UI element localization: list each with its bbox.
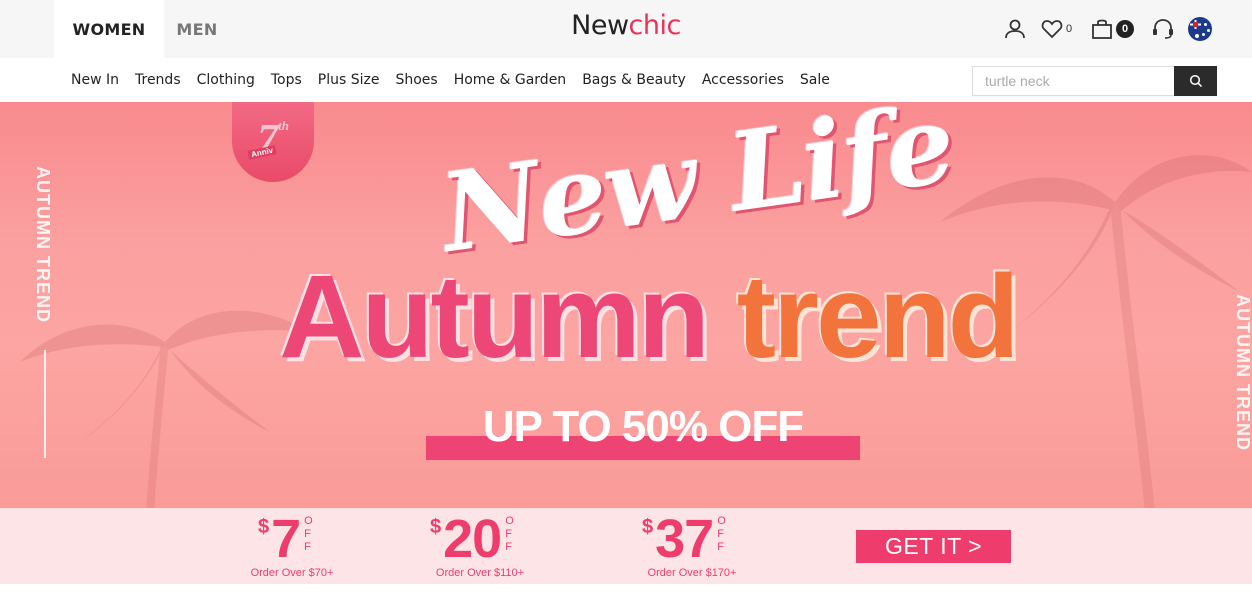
coupon-strip: $ 7 OFF Order Over $70+ $ 20 OFF Order O…: [0, 508, 1252, 584]
nav-item-plus-size[interactable]: Plus Size: [318, 72, 380, 88]
coupon-condition: Order Over $170+: [647, 567, 737, 579]
logo-part-new: New: [571, 10, 629, 41]
nav-item-accessories[interactable]: Accessories: [702, 72, 784, 88]
cart-count: 0: [1116, 20, 1134, 38]
user-icon: [1005, 19, 1025, 39]
hero-banner[interactable]: AUTUMN TREND AUTUMN TREND 7th Anniv New …: [0, 102, 1252, 508]
category-nav: New In Trends Clothing Tops Plus Size Sh…: [0, 58, 1252, 102]
coupon-currency: $: [430, 516, 442, 538]
search-button[interactable]: [1174, 66, 1217, 96]
coupon-20-off[interactable]: $ 20 OFF Order Over $110+: [430, 512, 524, 584]
coupon-condition: Order Over $70+: [250, 567, 334, 579]
nav-item-sale[interactable]: Sale: [800, 72, 830, 88]
anniversary-badge: 7th Anniv: [232, 102, 314, 182]
tab-women[interactable]: WOMEN: [54, 0, 164, 58]
heart-icon: [1041, 20, 1063, 39]
nav-item-bags-beauty[interactable]: Bags & Beauty: [582, 72, 686, 88]
nav-list: New In Trends Clothing Tops Plus Size Sh…: [71, 58, 846, 102]
coupon-currency: $: [258, 516, 270, 538]
headline-trend: trend: [736, 251, 1020, 383]
search-bar: [972, 66, 1217, 96]
coupon-currency: $: [642, 516, 654, 538]
coupon-amount: $ 20 OFF: [430, 512, 514, 566]
side-label-left: AUTUMN TREND: [33, 166, 53, 323]
coupon-off-label: OFF: [304, 515, 313, 553]
wishlist-button[interactable]: 0: [1040, 14, 1072, 44]
coupon-value: 37: [655, 509, 714, 569]
coupon-value: 7: [271, 509, 301, 569]
top-bar: WOMEN MEN Newchic 0 0: [0, 0, 1252, 58]
anniversary-suffix: th: [278, 118, 289, 133]
nav-item-shoes[interactable]: Shoes: [395, 72, 437, 88]
offer-text: UP TO 50% OFF: [482, 402, 804, 451]
nav-item-tops[interactable]: Tops: [271, 72, 302, 88]
support-button[interactable]: [1150, 14, 1176, 44]
coupon-amount: $ 37 OFF: [642, 512, 726, 566]
coupon-off-label: OFF: [717, 515, 726, 553]
nav-item-home-garden[interactable]: Home & Garden: [454, 72, 566, 88]
get-it-button[interactable]: GET IT >: [856, 530, 1011, 563]
coupon-7-off[interactable]: $ 7 OFF Order Over $70+: [242, 512, 334, 584]
headset-icon: [1153, 19, 1173, 39]
wishlist-count: 0: [1066, 23, 1073, 35]
nav-item-clothing[interactable]: Clothing: [197, 72, 255, 88]
bag-icon: [1092, 19, 1112, 39]
search-input[interactable]: [972, 66, 1174, 96]
headline-autumn: Autumn: [279, 251, 710, 383]
cart-button[interactable]: 0: [1090, 14, 1134, 44]
side-divider: [44, 350, 46, 458]
coupon-amount: $ 7 OFF: [242, 512, 313, 566]
headline: Autumn trend: [238, 258, 1058, 376]
side-label-right: AUTUMN TREND: [1233, 294, 1252, 451]
nav-item-new-in[interactable]: New In: [71, 72, 119, 88]
search-icon: [1189, 74, 1202, 88]
coupon-off-label: OFF: [505, 515, 514, 553]
account-button[interactable]: [1003, 14, 1027, 44]
flag-icon: [1188, 17, 1212, 41]
coupon-37-off[interactable]: $ 37 OFF Order Over $170+: [642, 512, 736, 584]
coupon-condition: Order Over $110+: [435, 567, 525, 579]
tab-men[interactable]: MEN: [164, 0, 230, 58]
coupon-value: 20: [443, 509, 502, 569]
nav-item-trends[interactable]: Trends: [135, 72, 181, 88]
logo-part-chic: chic: [628, 10, 682, 41]
country-selector[interactable]: [1188, 14, 1212, 44]
